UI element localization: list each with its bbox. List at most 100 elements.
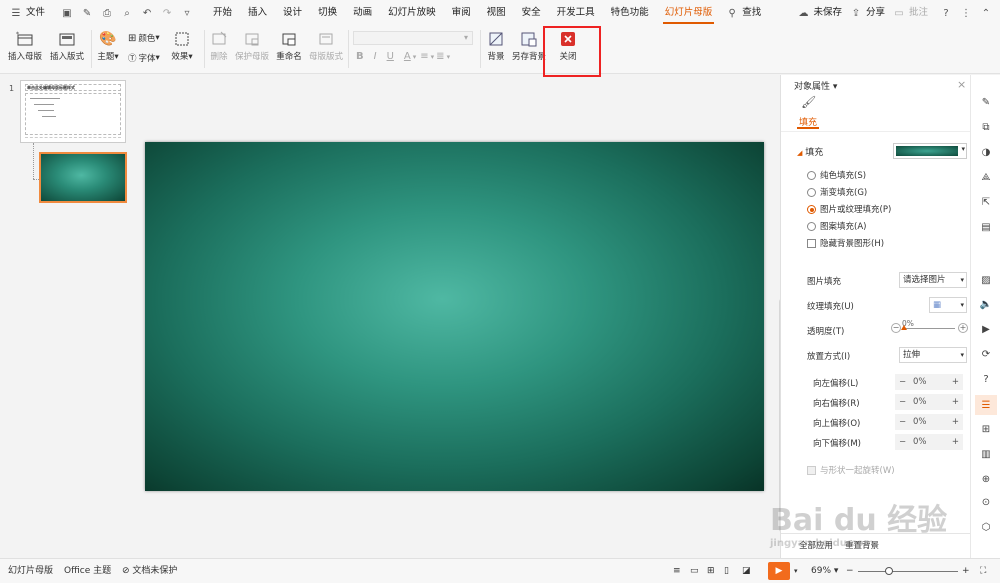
stepper-plus[interactable]: + bbox=[952, 434, 959, 450]
stepper-minus[interactable]: − bbox=[899, 414, 906, 430]
share-out-icon[interactable]: ⇱ bbox=[979, 195, 993, 209]
insert-layout-button[interactable]: 插入版式 bbox=[47, 28, 87, 62]
normal-view-icon[interactable]: ▭ bbox=[690, 559, 699, 583]
notes-icon[interactable]: ≡ bbox=[673, 559, 681, 583]
audio-icon[interactable]: 🔈 bbox=[979, 297, 993, 311]
theme-button[interactable]: 🎨 主题▾ bbox=[88, 28, 128, 62]
properties-icon[interactable]: ✎ bbox=[979, 95, 993, 109]
status-protect[interactable]: ⊘ 文档未保护 bbox=[122, 559, 177, 583]
help-circle-icon[interactable]: ? bbox=[979, 372, 993, 386]
insert-master-button[interactable]: * 插入母版 bbox=[5, 28, 45, 62]
fill-option-solid[interactable]: 纯色填充(S) bbox=[807, 169, 866, 181]
collapse-ribbon-icon[interactable]: ⌃ bbox=[978, 5, 994, 21]
globe-icon[interactable]: ⊕ bbox=[979, 472, 993, 486]
tab-11[interactable]: 幻灯片母版 bbox=[657, 0, 721, 26]
fill-option-picture[interactable]: 图片或纹理填充(P) bbox=[807, 203, 891, 215]
tab-0[interactable]: 开始 bbox=[205, 0, 240, 26]
layers-icon[interactable]: ⧉ bbox=[979, 120, 993, 134]
tab-5[interactable]: 幻灯片放映 bbox=[380, 0, 444, 26]
more-icon[interactable]: ⋮ bbox=[958, 5, 974, 21]
slide-sorter-icon[interactable]: ⊞ bbox=[707, 559, 715, 583]
format-painter-icon[interactable]: ✎ bbox=[79, 5, 95, 21]
hide-background-checkbox[interactable]: 隐藏背景图形(H) bbox=[807, 237, 884, 249]
transparency-minus[interactable]: − bbox=[891, 323, 901, 333]
play-slideshow-button[interactable]: ▶ bbox=[768, 562, 790, 580]
file-menu[interactable]: 文件 bbox=[26, 0, 53, 26]
table-icon[interactable]: ▤ bbox=[979, 220, 993, 234]
offset-stepper[interactable]: −0% + bbox=[895, 394, 963, 410]
location-icon[interactable]: ⊙ bbox=[979, 495, 993, 509]
stepper-plus[interactable]: + bbox=[952, 374, 959, 390]
picture-icon[interactable]: ▨ bbox=[979, 273, 993, 287]
share-button[interactable]: 分享 bbox=[866, 0, 889, 26]
layout-thumbnail-selected[interactable] bbox=[39, 152, 127, 203]
checkbox-hide-bg[interactable] bbox=[807, 239, 816, 248]
texture-fill-dropdown[interactable]: ▦ ▾ bbox=[929, 297, 967, 313]
tab-6[interactable]: 审阅 bbox=[444, 0, 479, 26]
tab-3[interactable]: 切换 bbox=[310, 0, 345, 26]
rotate-with-shape-checkbox[interactable]: 与形状一起旋转(W) bbox=[807, 464, 895, 476]
indent-icon[interactable]: ≣ bbox=[436, 51, 444, 62]
print-preview-icon[interactable]: ⌕ bbox=[119, 5, 135, 21]
master-layout-button[interactable]: 母版版式 bbox=[306, 28, 346, 62]
search-icon[interactable]: ⚲ bbox=[724, 5, 740, 21]
slide-master-canvas[interactable] bbox=[145, 142, 764, 491]
print-icon[interactable]: ⎙ bbox=[99, 5, 115, 21]
stepper-plus[interactable]: + bbox=[952, 414, 959, 430]
panel-close-icon[interactable]: × bbox=[957, 78, 966, 91]
settings-sliders-icon[interactable]: ☰ bbox=[975, 395, 997, 415]
transparency-slider[interactable] bbox=[903, 328, 955, 329]
grid-icon[interactable]: ⊞ bbox=[979, 422, 993, 436]
share-icon[interactable]: ⇪ bbox=[848, 5, 864, 21]
undo-icon[interactable]: ↶ bbox=[139, 5, 155, 21]
master-thumbnail[interactable]: 单击此处编辑母版标题样式 bbox=[20, 80, 126, 143]
tab-7[interactable]: 视图 bbox=[479, 0, 514, 26]
font-name-combobox[interactable]: ▾ bbox=[353, 31, 473, 45]
tab-2[interactable]: 设计 bbox=[275, 0, 310, 26]
slideshow-dropdown-icon[interactable]: ▾ bbox=[794, 559, 798, 583]
effect-button[interactable]: 效果▾ bbox=[162, 28, 202, 62]
hamburger-menu-icon[interactable]: ☰ bbox=[8, 5, 24, 21]
rename-button[interactable]: 重命名 bbox=[269, 28, 309, 62]
comment-icon[interactable]: ▭ bbox=[891, 5, 907, 21]
font-dropdown[interactable]: Ⓣ 字体 ▾ bbox=[128, 52, 160, 64]
stepper-minus[interactable]: − bbox=[899, 374, 906, 390]
placement-dropdown[interactable]: 拉伸 ▾ bbox=[899, 347, 967, 363]
fill-option-pattern[interactable]: 图案填充(A) bbox=[807, 220, 866, 232]
tab-10[interactable]: 特色功能 bbox=[603, 0, 657, 26]
radio-pattern[interactable] bbox=[807, 222, 816, 231]
fill-section-header[interactable]: ◢ 填充 bbox=[797, 145, 823, 158]
status-theme[interactable]: Office 主题 bbox=[64, 559, 111, 583]
animation-icon[interactable]: ⟁ bbox=[979, 170, 993, 184]
fill-option-gradient[interactable]: 渐变填充(G) bbox=[807, 186, 867, 198]
refresh-icon[interactable]: ⟳ bbox=[979, 347, 993, 361]
checkbox-rotate[interactable] bbox=[807, 466, 816, 475]
fill-color-preview[interactable]: ▾ bbox=[893, 143, 967, 159]
reading-view-icon[interactable]: ▯ bbox=[724, 559, 729, 583]
stepper-plus[interactable]: + bbox=[952, 394, 959, 410]
zoom-value[interactable]: 69% ▾ bbox=[811, 559, 838, 583]
fit-window-icon[interactable]: ⛶ bbox=[980, 559, 986, 583]
bold-button[interactable]: B bbox=[356, 51, 364, 62]
shapes-icon[interactable]: ◑ bbox=[979, 145, 993, 159]
stepper-minus[interactable]: − bbox=[899, 434, 906, 450]
protect-master-button[interactable]: 保护母版 bbox=[232, 28, 272, 62]
save-icon[interactable]: ▣ bbox=[59, 5, 75, 21]
zoom-out-button[interactable]: − bbox=[846, 559, 854, 583]
panel-title[interactable]: 对象属性 ▾ bbox=[794, 79, 837, 92]
tab-9[interactable]: 开发工具 bbox=[549, 0, 603, 26]
picture-fill-dropdown[interactable]: 请选择图片 ▾ bbox=[899, 272, 967, 288]
search-button[interactable]: 查找 bbox=[742, 0, 769, 26]
transparency-plus[interactable]: + bbox=[958, 323, 968, 333]
font-color-button[interactable]: A bbox=[404, 51, 411, 62]
chart-icon[interactable]: ▥ bbox=[979, 447, 993, 461]
box-icon[interactable]: ⬡ bbox=[979, 520, 993, 534]
radio-gradient[interactable] bbox=[807, 188, 816, 197]
transparency-slider-thumb[interactable] bbox=[901, 325, 907, 330]
color-dropdown[interactable]: ⊞ 颜色 ▾ bbox=[128, 32, 160, 45]
presenter-icon[interactable]: ◪ bbox=[742, 559, 751, 583]
canvas-scrollbar[interactable] bbox=[770, 80, 776, 550]
offset-stepper[interactable]: −0% + bbox=[895, 374, 963, 390]
help-icon[interactable]: ? bbox=[938, 5, 954, 21]
zoom-slider-thumb[interactable] bbox=[885, 567, 893, 575]
